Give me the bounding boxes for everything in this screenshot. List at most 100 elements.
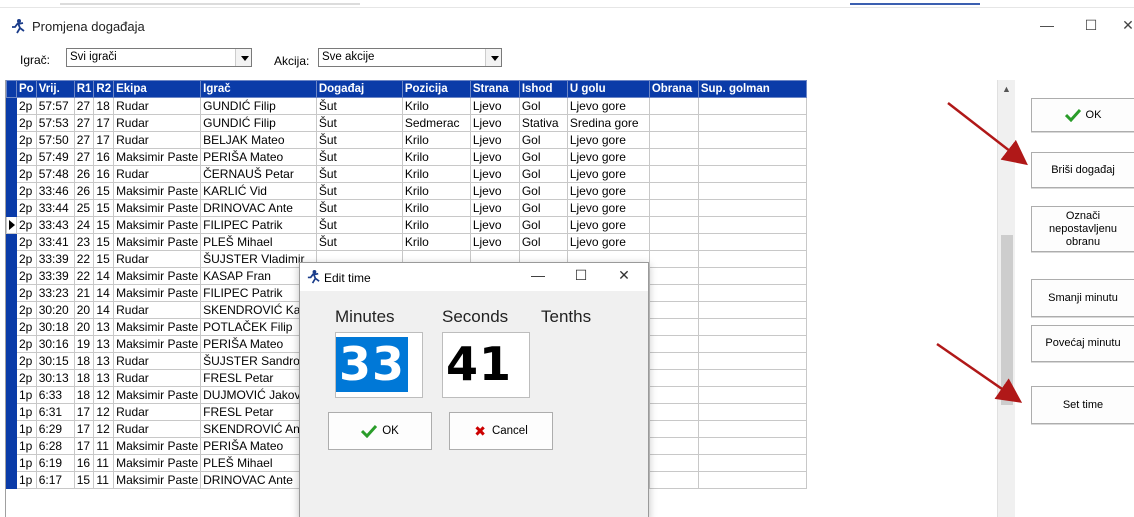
table-cell[interactable]: 30:18 bbox=[35, 318, 75, 336]
table-cell[interactable]: Maksimir Paste bbox=[113, 148, 202, 166]
table-cell[interactable]: ČERNAUŠ Petar bbox=[200, 165, 317, 183]
table-cell[interactable]: 6:28 bbox=[35, 437, 75, 455]
column-header[interactable]: Događaj bbox=[315, 80, 403, 98]
table-cell[interactable]: 2p bbox=[16, 352, 37, 370]
table-cell[interactable]: 12 bbox=[93, 403, 115, 421]
table-cell[interactable]: Ljevo gore bbox=[566, 199, 650, 217]
table-cell[interactable] bbox=[697, 454, 807, 472]
table-cell[interactable] bbox=[697, 318, 807, 336]
row-indicator[interactable] bbox=[6, 471, 17, 489]
table-cell[interactable]: 27 bbox=[73, 97, 95, 115]
chevron-down-icon[interactable] bbox=[485, 49, 501, 66]
table-cell[interactable]: 33:44 bbox=[35, 199, 75, 217]
table-cell[interactable]: Maksimir Paste bbox=[113, 471, 202, 489]
table-cell[interactable]: Krilo bbox=[401, 216, 471, 234]
table-cell[interactable] bbox=[697, 301, 807, 319]
table-cell[interactable]: 57:49 bbox=[35, 148, 75, 166]
table-cell[interactable] bbox=[648, 165, 699, 183]
column-header[interactable]: Po bbox=[16, 80, 37, 98]
table-cell[interactable]: 17 bbox=[93, 114, 115, 132]
table-cell[interactable]: Krilo bbox=[401, 148, 471, 166]
table-cell[interactable]: Maksimir Paste bbox=[113, 284, 202, 302]
table-cell[interactable]: 1p bbox=[16, 454, 37, 472]
table-cell[interactable]: 33:39 bbox=[35, 250, 75, 268]
table-cell[interactable]: Sredina gore bbox=[566, 114, 650, 132]
table-cell[interactable] bbox=[648, 318, 699, 336]
table-cell[interactable]: 14 bbox=[93, 284, 115, 302]
table-cell[interactable]: 15 bbox=[93, 233, 115, 251]
table-cell[interactable]: Ljevo gore bbox=[566, 148, 650, 166]
table-cell[interactable] bbox=[648, 233, 699, 251]
column-header[interactable]: Obrana bbox=[648, 80, 699, 98]
table-cell[interactable]: Rudar bbox=[113, 114, 202, 132]
vertical-scrollbar[interactable]: ▲ bbox=[997, 80, 1015, 517]
table-cell[interactable]: Krilo bbox=[401, 131, 471, 149]
table-cell[interactable] bbox=[697, 165, 807, 183]
table-cell[interactable]: Maksimir Paste bbox=[113, 182, 202, 200]
table-cell[interactable]: Maksimir Paste bbox=[113, 454, 202, 472]
column-header[interactable]: Pozicija bbox=[401, 80, 471, 98]
table-cell[interactable]: 14 bbox=[93, 267, 115, 285]
table-cell[interactable]: Gol bbox=[518, 182, 568, 200]
table-cell[interactable]: 26 bbox=[73, 182, 95, 200]
table-cell[interactable] bbox=[648, 386, 699, 404]
dialog-maximize-button[interactable]: ☐ bbox=[571, 267, 591, 284]
dialog-minimize-button[interactable]: — bbox=[528, 267, 548, 283]
table-cell[interactable]: Maksimir Paste bbox=[113, 199, 202, 217]
table-cell[interactable]: 27 bbox=[73, 131, 95, 149]
minutes-input[interactable]: 33 bbox=[335, 332, 423, 398]
table-cell[interactable]: 33:46 bbox=[35, 182, 75, 200]
table-cell[interactable]: 17 bbox=[73, 420, 95, 438]
table-cell[interactable] bbox=[648, 352, 699, 370]
table-cell[interactable]: 27 bbox=[73, 148, 95, 166]
row-indicator[interactable] bbox=[6, 437, 17, 455]
table-cell[interactable]: 13 bbox=[93, 369, 115, 387]
table-cell[interactable] bbox=[697, 148, 807, 166]
table-cell[interactable] bbox=[648, 301, 699, 319]
table-cell[interactable]: Šut bbox=[315, 233, 403, 251]
table-cell[interactable] bbox=[697, 233, 807, 251]
table-cell[interactable]: Krilo bbox=[401, 233, 471, 251]
column-header[interactable]: Igrač bbox=[200, 80, 317, 98]
table-cell[interactable] bbox=[697, 403, 807, 421]
table-cell[interactable] bbox=[648, 131, 699, 149]
table-cell[interactable]: 30:20 bbox=[35, 301, 75, 319]
chevron-down-icon[interactable] bbox=[235, 49, 251, 66]
table-cell[interactable]: GUNDIĆ Filip bbox=[200, 97, 317, 115]
table-cell[interactable]: Ljevo gore bbox=[566, 97, 650, 115]
row-indicator[interactable] bbox=[6, 454, 17, 472]
table-cell[interactable]: Krilo bbox=[401, 97, 471, 115]
table-cell[interactable] bbox=[648, 148, 699, 166]
table-cell[interactable]: Krilo bbox=[401, 199, 471, 217]
table-cell[interactable]: Maksimir Paste bbox=[113, 233, 202, 251]
table-cell[interactable]: Ljevo bbox=[469, 182, 520, 200]
table-cell[interactable] bbox=[648, 182, 699, 200]
column-header[interactable]: Vrij. bbox=[35, 80, 75, 98]
table-cell[interactable]: 13 bbox=[93, 318, 115, 336]
table-cell[interactable]: 6:19 bbox=[35, 454, 75, 472]
delete-event-button[interactable]: Briši događaj bbox=[1031, 152, 1134, 188]
table-cell[interactable]: 11 bbox=[93, 471, 115, 489]
table-cell[interactable]: PERIŠA Mateo bbox=[200, 148, 317, 166]
table-cell[interactable]: Ljevo gore bbox=[566, 131, 650, 149]
table-cell[interactable] bbox=[648, 437, 699, 455]
row-indicator[interactable] bbox=[6, 97, 17, 115]
table-cell[interactable]: 17 bbox=[73, 403, 95, 421]
column-header[interactable]: U golu bbox=[566, 80, 650, 98]
table-cell[interactable]: 1p bbox=[16, 471, 37, 489]
table-cell[interactable]: 2p bbox=[16, 131, 37, 149]
table-cell[interactable]: 18 bbox=[73, 369, 95, 387]
minimize-button[interactable]: — bbox=[1037, 16, 1057, 34]
table-cell[interactable]: 2p bbox=[16, 114, 37, 132]
seconds-input[interactable]: 41 bbox=[442, 332, 530, 398]
table-cell[interactable] bbox=[697, 437, 807, 455]
table-cell[interactable]: Ljevo gore bbox=[566, 233, 650, 251]
table-row[interactable]: 2p 57:49 27 16 Maksimir Paste PERIŠA Mateo Šut… bbox=[6, 148, 807, 166]
table-cell[interactable]: 16 bbox=[73, 454, 95, 472]
table-cell[interactable]: 57:57 bbox=[35, 97, 75, 115]
table-cell[interactable] bbox=[697, 369, 807, 387]
table-cell[interactable]: Maksimir Paste bbox=[113, 335, 202, 353]
table-cell[interactable]: Rudar bbox=[113, 131, 202, 149]
action-filter-select[interactable]: Sve akcije bbox=[318, 48, 502, 67]
table-cell[interactable] bbox=[697, 250, 807, 268]
